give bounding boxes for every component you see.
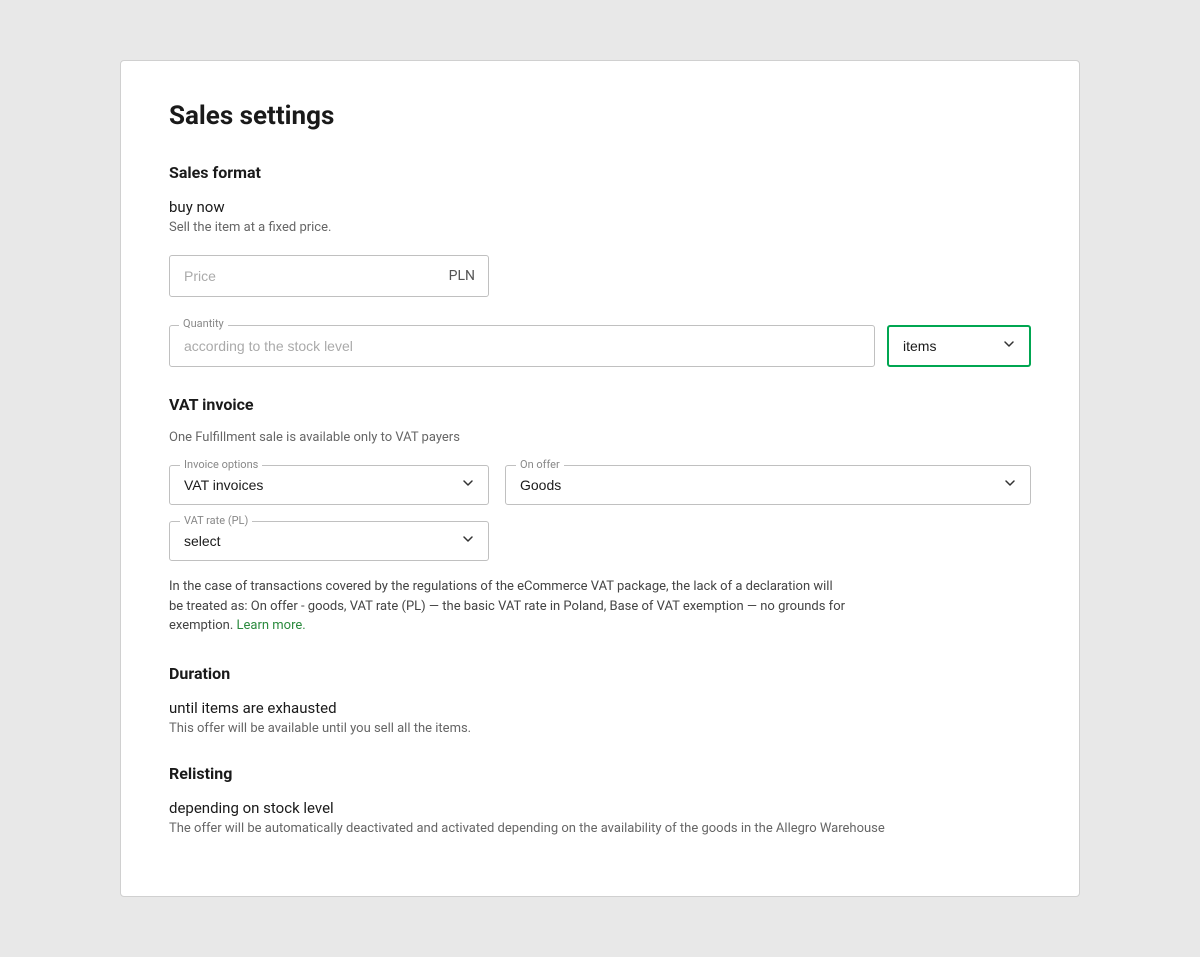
sales-settings-card: Sales settings Sales format buy now Sell… (120, 60, 1080, 897)
vat-invoice-desc: One Fulfillment sale is available only t… (169, 430, 1031, 445)
on-offer-label: On offer (516, 458, 564, 471)
vat-invoice-section: VAT invoice One Fulfillment sale is avai… (169, 395, 1031, 636)
vat-invoice-title: VAT invoice (169, 395, 1031, 414)
vat-rate-label: VAT rate (PL) (180, 514, 252, 527)
price-input[interactable] (169, 255, 489, 297)
duration-section: Duration until items are exhausted This … (169, 664, 1031, 736)
vat-rate-select[interactable]: select 0% 5% 8% 23% (170, 522, 450, 560)
quantity-field-wrapper: Quantity (169, 325, 875, 367)
price-currency: PLN (449, 268, 475, 284)
sales-format-title: Sales format (169, 163, 1031, 182)
relisting-title: Relisting (169, 764, 1031, 783)
price-row: PLN (169, 255, 1031, 297)
vat-rate-chevron-icon (460, 531, 476, 551)
page-title: Sales settings (169, 101, 1031, 131)
invoice-options-field: Invoice options VAT invoices No invoice … (169, 465, 489, 505)
buy-now-desc: Sell the item at a fixed price. (169, 220, 1031, 235)
duration-subsection-title: until items are exhausted (169, 699, 1031, 717)
relisting-section: Relisting depending on stock level The o… (169, 764, 1031, 836)
on-offer-select[interactable]: Goods Services (506, 466, 1030, 504)
on-offer-field: On offer Goods Services (505, 465, 1031, 505)
invoice-options-label: Invoice options (180, 458, 262, 471)
vat-rate-field: VAT rate (PL) select 0% 5% 8% 23% (169, 521, 489, 561)
buy-now-label: buy now (169, 198, 1031, 216)
vat-desc: In the case of transactions covered by t… (169, 577, 849, 636)
quantity-input[interactable] (169, 325, 875, 367)
sales-format-section: Sales format buy now Sell the item at a … (169, 163, 1031, 367)
duration-subsection-desc: This offer will be available until you s… (169, 721, 1031, 736)
quantity-label: Quantity (179, 317, 228, 330)
on-offer-wrapper: On offer Goods Services (505, 465, 1031, 505)
invoice-options-row: Invoice options VAT invoices No invoice … (169, 465, 1031, 505)
invoice-options-wrapper: Invoice options VAT invoices No invoice … (169, 465, 489, 505)
relisting-subsection-title: depending on stock level (169, 799, 1031, 817)
items-select-wrapper[interactable]: items sets pairs (887, 325, 1031, 367)
quantity-row: Quantity items sets pairs (169, 325, 1031, 367)
vat-rate-wrapper: VAT rate (PL) select 0% 5% 8% 23% (169, 521, 489, 561)
items-select[interactable]: items sets pairs (889, 327, 1029, 365)
relisting-subsection-desc: The offer will be automatically deactiva… (169, 821, 1031, 836)
duration-title: Duration (169, 664, 1031, 683)
price-field-wrapper: PLN (169, 255, 489, 297)
learn-more-link[interactable]: Learn more. (236, 618, 305, 633)
invoice-options-select[interactable]: VAT invoices No invoice Receipt (170, 466, 488, 504)
